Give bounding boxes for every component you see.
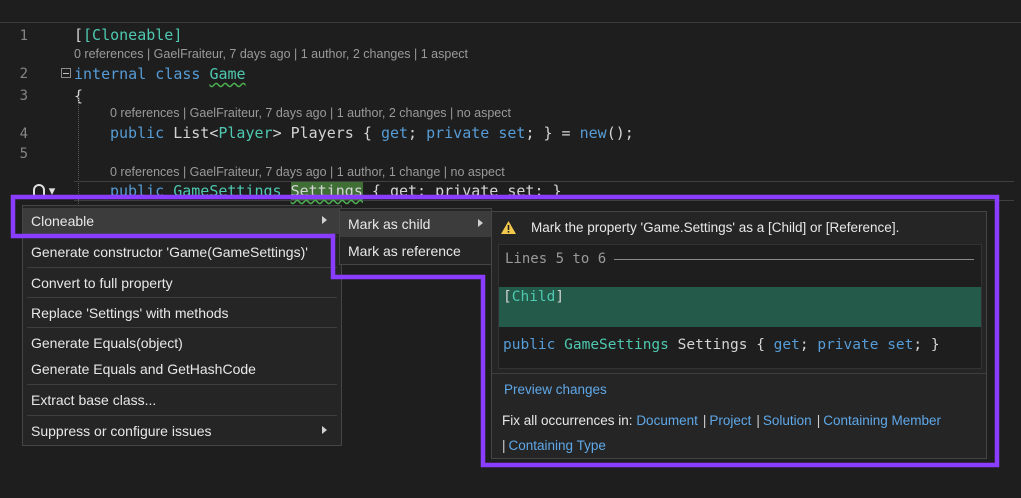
menu-item-replace-with-methods[interactable]: Replace 'Settings' with methods [23,300,341,326]
menu-item-label: Generate constructor 'Game(GameSettings)… [31,244,308,260]
diff-code-line: public GameSettings Settings { get; priv… [503,337,940,353]
preview-changes-link[interactable]: Preview changes [504,382,607,397]
line-number: 1 [19,28,28,44]
quick-actions-lightbulb[interactable]: ▾ [21,181,67,201]
header-rule [614,258,975,260]
menu-item-label: Mark as reference [348,243,461,259]
menu-separator [27,297,337,298]
line-number: 2 [19,66,28,82]
menu-item-suppress-configure[interactable]: Suppress or configure issues [23,418,341,444]
menu-item-extract-base-class[interactable]: Extract base class... [23,387,341,413]
collapse-toggle[interactable] [61,68,71,78]
menu-item-label: Replace 'Settings' with methods [31,305,229,321]
keyword: set [887,337,914,353]
menu-item-generate-equals[interactable]: Generate Equals(object) [23,330,341,356]
menu-item-label: Generate Equals and GetHashCode [31,361,256,377]
line-number: 5 [19,146,28,162]
preview-message: Mark the property 'Game.Settings' as a [… [500,220,899,235]
quick-actions-menu: Cloneable Generate constructor 'Game(Gam… [22,205,342,446]
diff-added-line: [Child] [499,287,981,327]
fix-all-label: Fix all occurrences in: [502,413,633,428]
warning-icon [500,220,517,235]
keyword: private [817,337,879,353]
property-name-selected[interactable]: Settings [290,182,363,200]
scope-project-link[interactable]: Project [709,413,751,428]
lightbulb-icon [32,184,45,198]
code-line-class: internal class Game [74,65,246,83]
type-name: GameSettings [564,337,669,353]
accessors: { get; private set; } [371,182,562,200]
menu-item-cloneable[interactable]: Cloneable [23,208,341,234]
chevron-down-icon: ▾ [48,183,56,198]
menu-item-label: Generate Equals(object) [31,335,183,351]
brace: { [756,337,765,353]
menu-item-mark-as-reference[interactable]: Mark as reference [340,238,491,264]
code-editor[interactable]: 1 2 3 4 5 [[Cloneable] 0 references | Ga… [0,0,1021,210]
keyword: get [773,337,800,353]
bracket-open: [ [503,289,512,305]
line-number: 4 [19,126,28,142]
class-keyword: internal class [74,65,201,83]
menu-item-label: Convert to full property [31,275,173,291]
class-name: Game [209,65,246,83]
submenu-arrow-icon [322,426,327,434]
diff-lines-header: Lines 5 to 6 [505,251,975,267]
keyword: public [110,182,165,200]
scope-solution-link[interactable]: Solution [763,413,812,428]
submenu-arrow-icon [322,216,327,224]
keyword: public [503,337,556,353]
keyword: public [110,124,165,142]
submenu-arrow-icon [478,219,483,227]
line-number: 3 [19,88,28,104]
menu-item-label: Mark as child [348,216,431,232]
brace: ; } [913,337,940,353]
semicolon: ; [799,337,809,353]
type-name: GameSettings [173,182,282,200]
preview-pane: Mark the property 'Game.Settings' as a [… [491,211,987,459]
menu-item-convert-full-property[interactable]: Convert to full property [23,270,341,296]
cloneable-submenu: Mark as child Mark as reference [339,208,492,265]
menu-separator [27,267,337,268]
menu-item-label: Suppress or configure issues [31,423,212,439]
preview-separator [492,373,986,374]
attribute-text: [Cloneable] [83,26,183,44]
menu-separator [27,236,337,237]
menu-item-generate-constructor[interactable]: Generate constructor 'Game(GameSettings)… [23,239,341,265]
menu-separator [27,327,337,328]
code-line-players: public List<Player> Players { get; priva… [110,124,634,142]
diff-view: Lines 5 to 6 [Child] public GameSettings… [498,244,982,369]
code-lens[interactable]: 0 references | GaelFraiteur, 7 days ago … [74,47,468,61]
scope-document-link[interactable]: Document [636,413,698,428]
menu-item-mark-as-child[interactable]: Mark as child [340,211,491,237]
bracket-close: ] [555,289,565,305]
code-lens[interactable]: 0 references | GaelFraiteur, 7 days ago … [110,165,505,179]
menu-item-generate-equals-hashcode[interactable]: Generate Equals and GetHashCode [23,356,341,382]
property-name: Settings [677,337,748,353]
code-line-settings: public GameSettings Settings { get; priv… [110,182,562,200]
menu-separator [27,384,337,385]
lines-range-label: Lines 5 to 6 [505,251,607,267]
fix-all-occurrences: Fix all occurrences in: Document | Project… [502,413,942,453]
menu-separator [27,415,337,416]
menu-item-label: Extract base class... [31,392,157,408]
preview-message-text: Mark the property 'Game.Settings' as a [… [531,220,900,235]
code-lens[interactable]: 0 references | GaelFraiteur, 7 days ago … [110,106,511,120]
added-attribute: Child [511,289,556,305]
menu-item-label: Cloneable [31,213,95,229]
scope-containing-type-link[interactable]: Containing Type [509,438,606,453]
property-name: Players [290,124,354,142]
code-line-attribute: [[Cloneable] [74,26,183,44]
scope-containing-member-link[interactable]: Containing Member [823,413,941,428]
